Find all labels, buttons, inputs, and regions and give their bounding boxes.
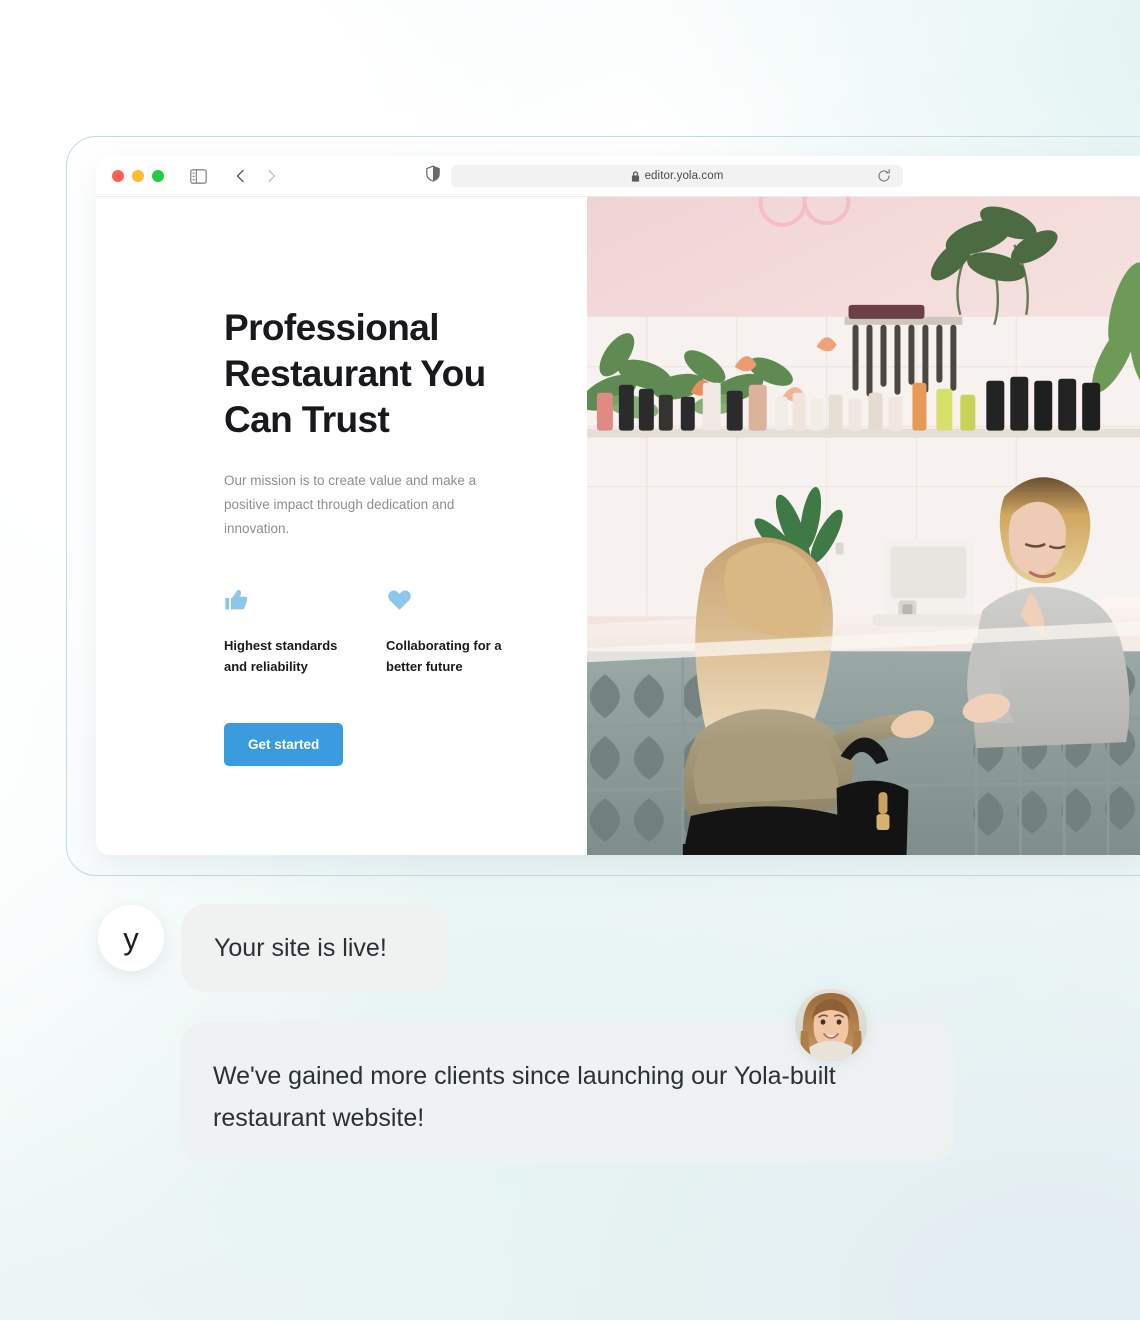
feature-item: Collaborating for a better future — [386, 585, 548, 677]
page-title: Professional Restaurant You Can Trust — [224, 307, 486, 440]
feature-item: Highest standards and reliability — [224, 585, 386, 677]
shield-privacy-icon[interactable] — [426, 165, 440, 187]
address-bar[interactable]: editor.yola.com — [451, 165, 903, 187]
website-preview: Professional Restaurant You Can Trust Ou… — [96, 197, 1140, 855]
minimize-window-button[interactable] — [132, 170, 144, 182]
browser-window: editor.yola.com Professional Restaurant … — [96, 156, 1140, 855]
lock-icon — [631, 170, 640, 182]
reload-icon[interactable] — [877, 169, 891, 183]
hero-photo — [587, 197, 1140, 855]
sidebar-toggle-icon[interactable] — [190, 168, 207, 184]
hero-subtitle: Our mission is to create value and make … — [224, 473, 477, 536]
brand-avatar: y — [98, 905, 164, 971]
salon-counter-photo — [587, 197, 1140, 855]
chevron-right-icon[interactable] — [263, 168, 279, 184]
browser-toolbar: editor.yola.com — [96, 156, 1140, 197]
heart-icon — [386, 585, 548, 613]
get-started-button[interactable]: Get started — [224, 723, 344, 766]
feature-label: Collaborating for a better future — [386, 638, 502, 674]
url-text: editor.yola.com — [644, 170, 724, 182]
navigation-controls[interactable] — [233, 168, 279, 184]
smiling-woman-avatar-photo — [795, 989, 867, 1061]
maximize-window-button[interactable] — [152, 170, 164, 182]
hero-text-column: Professional Restaurant You Can Trust Ou… — [96, 197, 587, 855]
avatar — [795, 989, 867, 1061]
thumbs-up-icon — [224, 585, 386, 613]
chat-bubble-brand: Your site is live! — [181, 904, 449, 992]
chat-message-row-brand: Your site is live! y — [98, 904, 449, 992]
close-window-button[interactable] — [112, 170, 124, 182]
feature-list: Highest standards and reliability Collab… — [224, 585, 587, 677]
feature-label: Highest standards and reliability — [224, 638, 338, 674]
chevron-left-icon[interactable] — [233, 168, 249, 184]
window-controls[interactable] — [112, 170, 164, 182]
